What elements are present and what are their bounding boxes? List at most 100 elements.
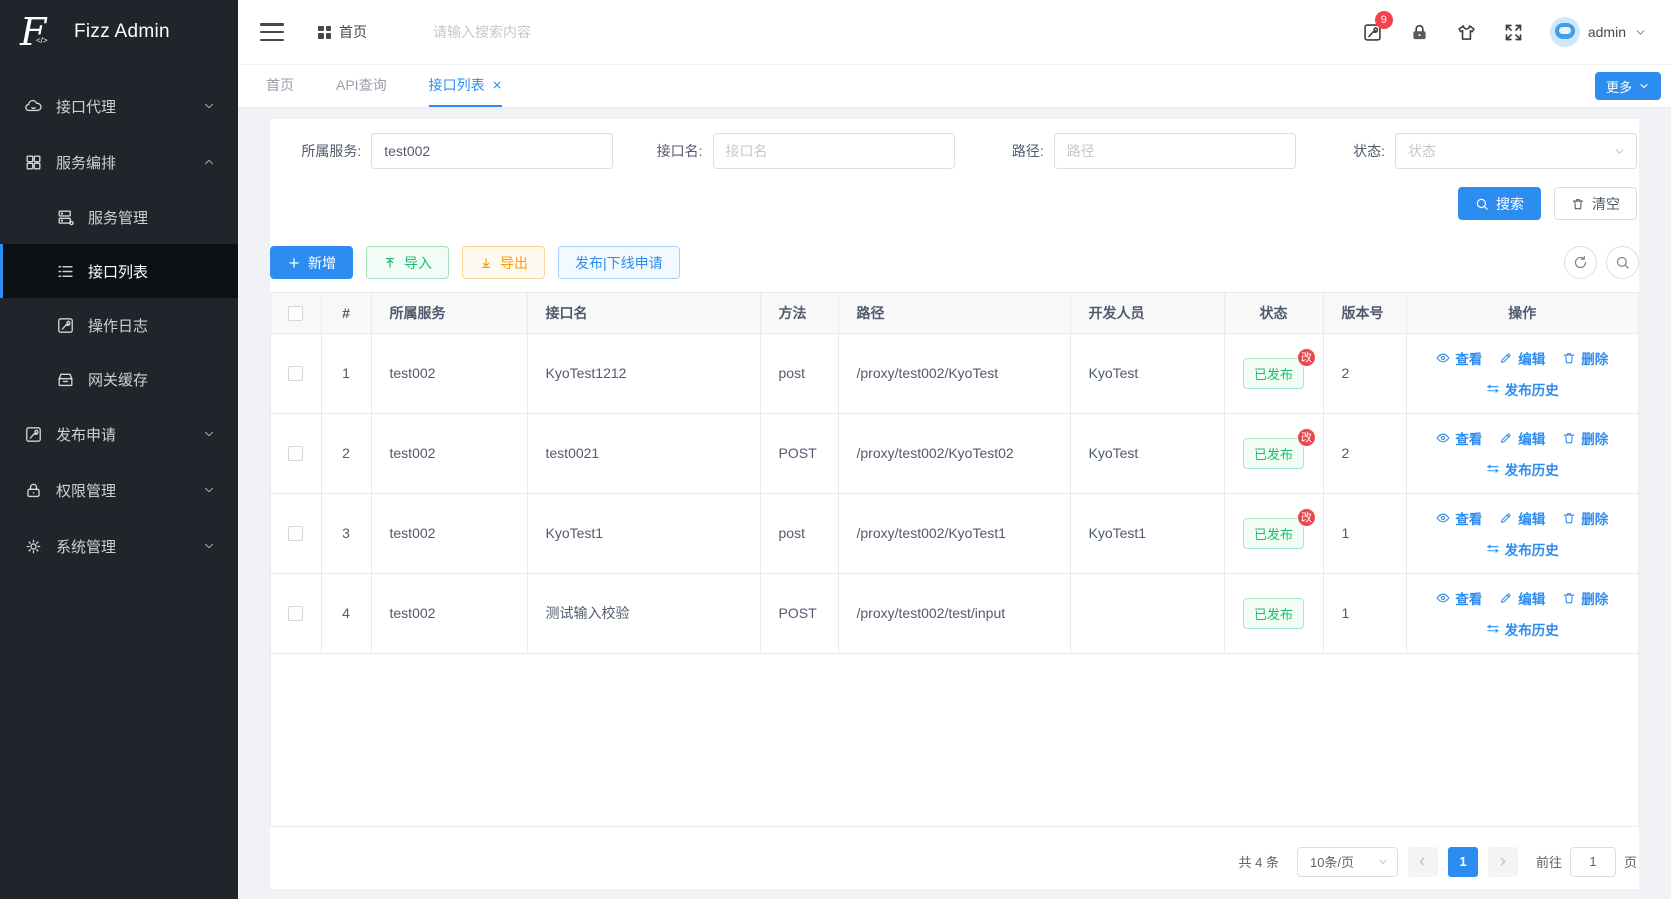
edit-link[interactable]: 编辑 [1499,348,1545,368]
chevron-down-icon [202,483,216,497]
edit-link[interactable]: 编辑 [1499,428,1545,448]
col-developer: 开发人员 [1070,293,1224,333]
service-filter-input[interactable] [371,133,613,169]
row-checkbox[interactable] [288,606,303,621]
chevron-down-icon [1613,145,1626,158]
next-page-button[interactable] [1488,847,1518,877]
select-all-checkbox[interactable] [288,306,303,321]
download-icon [479,256,493,270]
table-row: 3 test002 KyoTest1 post /proxy/test002/K… [271,493,1638,573]
cell-service: test002 [371,333,527,413]
sidebar-item-service-management[interactable]: 服务管理 [0,190,238,244]
cell-index: 4 [321,573,371,653]
sliders-icon [1486,542,1500,556]
sidebar-item-service-orchestration[interactable]: 服务编排 [0,134,238,190]
delete-link[interactable]: 删除 [1562,348,1608,368]
import-button[interactable]: 导入 [366,246,449,279]
publish-history-link[interactable]: 发布历史 [1486,619,1559,639]
row-checkbox[interactable] [288,446,303,461]
delete-link[interactable]: 删除 [1562,508,1608,528]
prev-page-button[interactable] [1408,847,1438,877]
user-menu[interactable]: admin [1550,17,1647,47]
view-link[interactable]: 查看 [1436,508,1482,528]
col-status: 状态 [1224,293,1323,333]
page-number-1[interactable]: 1 [1448,847,1478,877]
chevron-down-icon [1638,80,1650,92]
page-size-select[interactable]: 10条/页 [1297,847,1398,877]
pending-tasks-button[interactable]: 9 [1362,22,1383,43]
tab-api-list[interactable]: 接口列表 [429,65,502,107]
delete-link[interactable]: 删除 [1562,428,1608,448]
cell-path: /proxy/test002/KyoTest [838,333,1070,413]
sidebar-item-publish-request[interactable]: 发布申请 [0,406,238,462]
trash-icon [1562,511,1576,525]
cell-version: 1 [1323,573,1406,653]
view-link[interactable]: 查看 [1436,348,1482,368]
search-button[interactable]: 搜索 [1458,187,1541,220]
row-checkbox[interactable] [288,366,303,381]
cell-index: 3 [321,493,371,573]
trash-icon [1562,431,1576,445]
goto-label: 前往 [1536,852,1562,871]
publish-history-link[interactable]: 发布历史 [1486,539,1559,559]
lock-screen-button[interactable] [1409,22,1430,43]
global-search-input[interactable] [433,24,653,40]
tab-bar: 首页 API查询 接口列表 更多 [238,64,1671,107]
page-content: 所属服务: 接口名: 路径: 状态: 状态 [238,107,1671,899]
close-icon[interactable] [492,80,502,90]
column-search-button[interactable] [1606,246,1639,279]
sidebar-item-api-proxy[interactable]: 接口代理 [0,78,238,134]
server-icon [56,208,75,227]
add-button[interactable]: 新增 [270,246,353,279]
cell-api-name: test0021 [527,413,760,493]
edit-link[interactable]: 编辑 [1499,588,1545,608]
publish-history-link[interactable]: 发布历史 [1486,459,1559,479]
cell-path: /proxy/test002/test/input [838,573,1070,653]
tab-api-query[interactable]: API查询 [336,65,387,107]
theme-button[interactable] [1456,22,1477,43]
sidebar-item-operation-logs[interactable]: 操作日志 [0,298,238,352]
refresh-button[interactable] [1564,246,1597,279]
export-button[interactable]: 导出 [462,246,545,279]
cell-method: POST [760,573,838,653]
row-checkbox[interactable] [288,526,303,541]
search-icon [1475,197,1489,211]
app-logo: F </> Fizz Admin [0,0,238,64]
archive-icon [56,370,75,389]
view-link[interactable]: 查看 [1436,428,1482,448]
breadcrumb[interactable]: 首页 [318,22,367,42]
more-button[interactable]: 更多 [1595,72,1661,100]
status-badge: 已发布 改 [1243,358,1304,389]
grid-icon [24,153,43,172]
path-filter-input[interactable] [1054,133,1296,169]
fullscreen-button[interactable] [1503,22,1524,43]
tab-home[interactable]: 首页 [266,65,294,107]
edit-link[interactable]: 编辑 [1499,508,1545,528]
search-icon [1615,255,1630,270]
sidebar-item-api-list[interactable]: 接口列表 [0,244,238,298]
page-unit-label: 页 [1624,852,1637,871]
status-filter-select[interactable]: 状态 [1395,133,1637,169]
chevron-down-icon [202,539,216,553]
tshirt-icon [1456,22,1477,43]
trash-icon [1562,591,1576,605]
api-name-filter-label: 接口名: [657,141,703,161]
tool-square-icon [24,425,43,444]
eye-icon [1436,591,1450,605]
app-title: Fizz Admin [74,21,170,43]
table-toolbar: 新增 导入 导出 发布|下线申请 [270,246,1639,279]
clear-button[interactable]: 清空 [1554,187,1637,220]
sidebar-item-gateway-cache[interactable]: 网关缓存 [0,352,238,406]
sidebar-item-system-management[interactable]: 系统管理 [0,518,238,574]
sidebar-item-permission-management[interactable]: 权限管理 [0,462,238,518]
api-name-filter-input[interactable] [713,133,955,169]
cell-actions: 查看 编辑 删除 发布历史 [1406,573,1638,653]
delete-link[interactable]: 删除 [1562,588,1608,608]
publish-history-link[interactable]: 发布历史 [1486,379,1559,399]
publish-offline-request-button[interactable]: 发布|下线申请 [558,246,680,279]
goto-page-input[interactable] [1570,847,1616,877]
view-link[interactable]: 查看 [1436,588,1482,608]
filter-actions: 搜索 清空 [270,187,1639,220]
hamburger-menu-icon[interactable] [260,23,284,41]
breadcrumb-home[interactable]: 首页 [339,22,367,42]
